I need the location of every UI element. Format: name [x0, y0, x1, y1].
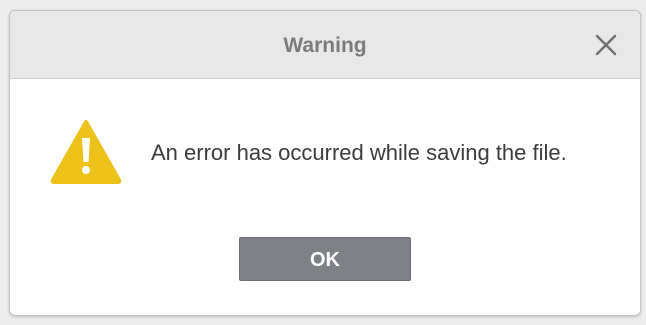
dialog-title: Warning: [283, 34, 367, 57]
close-icon[interactable]: [594, 33, 618, 57]
error-message: An error has occurred while saving the f…: [151, 140, 567, 165]
dialog-body: An error has occurred while saving the f…: [10, 79, 640, 315]
ok-button[interactable]: OK: [239, 237, 411, 281]
warning-triangle-icon: [50, 119, 122, 185]
dialog-titlebar: Warning: [10, 11, 640, 79]
warning-dialog: Warning An error has occurred while savi…: [9, 10, 641, 316]
